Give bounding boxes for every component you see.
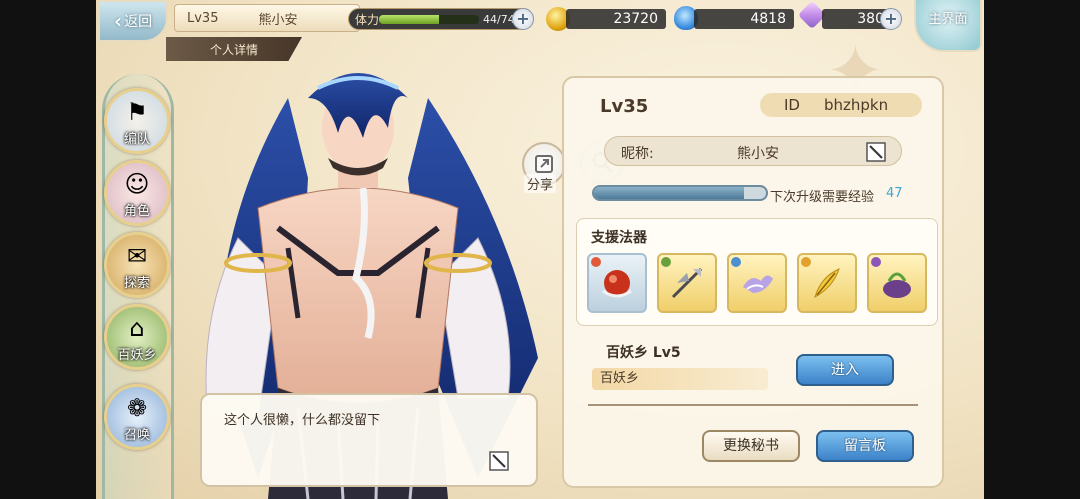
sidebar-item-label: 角色 bbox=[123, 204, 150, 219]
halberd-artifact-icon bbox=[671, 267, 703, 299]
player-level: Lv35 bbox=[187, 10, 219, 26]
character-icon: ☺ bbox=[124, 170, 150, 198]
game-screen: ✦ ✧ ✦ ‹ 返回 Lv35 熊小安 个人详情 体力 44/74 + 2372… bbox=[96, 0, 984, 499]
sidebar: ⚑ 编队 ☺ 角色 ✉ 探索 ⌂ 百妖乡 ❁ 召唤 bbox=[96, 56, 180, 499]
back-label: 返回 bbox=[124, 14, 153, 30]
exp-progress-bar bbox=[592, 185, 768, 201]
profile-panel: Lv35 ID bhzhpkn 昵称: 熊小安 下次升级需要经验 47 支援法器 bbox=[562, 76, 944, 488]
wind-cloud-artifact-icon bbox=[743, 275, 773, 293]
nickname-field: 昵称: 熊小安 bbox=[604, 136, 902, 166]
sidebar-item-summon[interactable]: ❁ 召唤 bbox=[104, 384, 170, 450]
message-board-button[interactable]: 留言板 bbox=[816, 430, 914, 462]
stamina-value: 44/74 bbox=[483, 13, 515, 26]
village-level-title: 百妖乡 Lv5 bbox=[606, 345, 681, 361]
edit-nickname-icon[interactable] bbox=[865, 141, 887, 163]
red-orb-artifact-icon bbox=[602, 270, 632, 298]
sidebar-item-label: 召唤 bbox=[123, 428, 150, 443]
nickname-label: 昵称: bbox=[621, 146, 654, 162]
nickname-value: 熊小安 bbox=[737, 146, 779, 162]
element-gem-icon bbox=[731, 257, 741, 267]
team-formation-icon: ⚑ bbox=[126, 98, 148, 126]
enter-village-button[interactable]: 进入 bbox=[796, 354, 894, 386]
sidebar-item-formation[interactable]: ⚑ 编队 bbox=[104, 88, 170, 154]
profile-level: Lv35 bbox=[600, 96, 649, 117]
element-gem-icon bbox=[591, 257, 601, 267]
support-artifacts-title: 支援法器 bbox=[591, 230, 647, 246]
element-gem-icon bbox=[801, 257, 811, 267]
sidebar-item-character[interactable]: ☺ 角色 bbox=[104, 160, 170, 226]
id-value: bhzhpkn bbox=[823, 96, 889, 114]
explore-icon: ✉ bbox=[126, 242, 148, 270]
top-bar: ‹ 返回 Lv35 熊小安 个人详情 体力 44/74 + 23720 4818… bbox=[96, 0, 984, 61]
stamina-bar bbox=[379, 15, 479, 24]
share-icon bbox=[535, 155, 553, 173]
summon-icon: ❁ bbox=[126, 394, 148, 422]
chevron-left-icon: ‹ bbox=[113, 9, 123, 33]
support-artifact-slot[interactable] bbox=[867, 253, 927, 313]
device-bezel-left bbox=[0, 0, 96, 499]
golden-feather-artifact-icon bbox=[814, 268, 840, 299]
stamina-bar-fill bbox=[379, 15, 439, 24]
back-button[interactable]: ‹ 返回 bbox=[98, 0, 168, 42]
id-label: ID bbox=[784, 96, 800, 114]
exp-value: 47 bbox=[886, 186, 903, 201]
sidebar-item-label: 百妖乡 bbox=[117, 348, 157, 363]
player-id-pill: ID bhzhpkn bbox=[760, 93, 922, 117]
village-icon: ⌂ bbox=[129, 314, 145, 342]
element-gem-icon bbox=[661, 257, 671, 267]
spirit-amount: 4818 bbox=[694, 9, 794, 29]
home-button[interactable]: 主界面 bbox=[914, 0, 982, 52]
exp-label: 下次升级需要经验 bbox=[770, 190, 875, 205]
sidebar-item-label: 编队 bbox=[123, 132, 150, 147]
add-stamina-button[interactable]: + bbox=[512, 8, 534, 30]
element-gem-icon bbox=[871, 257, 881, 267]
support-artifact-slot[interactable] bbox=[657, 253, 717, 313]
sidebar-item-label: 探索 bbox=[123, 276, 150, 291]
stamina-meter: 体力 44/74 bbox=[348, 8, 534, 30]
divider bbox=[588, 404, 918, 406]
support-artifact-slot[interactable] bbox=[727, 253, 787, 313]
home-label: 主界面 bbox=[928, 12, 968, 27]
purple-bowl-artifact-icon bbox=[883, 272, 911, 298]
device-bezel-right bbox=[984, 0, 1080, 499]
bio-box: 这个人很懒，什么都没留下 bbox=[200, 393, 538, 487]
support-artifacts-box: 支援法器 bbox=[576, 218, 938, 326]
add-crystal-button[interactable]: + bbox=[880, 8, 902, 30]
player-name: 熊小安 bbox=[258, 12, 298, 28]
sidebar-item-explore[interactable]: ✉ 探索 bbox=[104, 232, 170, 298]
gold-amount: 23720 bbox=[566, 9, 666, 29]
sidebar-item-village[interactable]: ⌂ 百妖乡 bbox=[104, 304, 170, 370]
bio-text: 这个人很懒，什么都没留下 bbox=[224, 413, 381, 428]
support-artifact-slot[interactable] bbox=[797, 253, 857, 313]
village-name: 百妖乡 bbox=[592, 368, 768, 390]
exp-progress-fill bbox=[594, 187, 744, 199]
player-plate: Lv35 熊小安 bbox=[174, 4, 360, 32]
stamina-label: 体力 bbox=[355, 13, 380, 27]
change-secretary-button[interactable]: 更换秘书 bbox=[702, 430, 800, 462]
edit-bio-icon[interactable] bbox=[488, 450, 510, 472]
share-label: 分享 bbox=[524, 174, 557, 193]
support-artifact-slot[interactable] bbox=[587, 253, 647, 313]
